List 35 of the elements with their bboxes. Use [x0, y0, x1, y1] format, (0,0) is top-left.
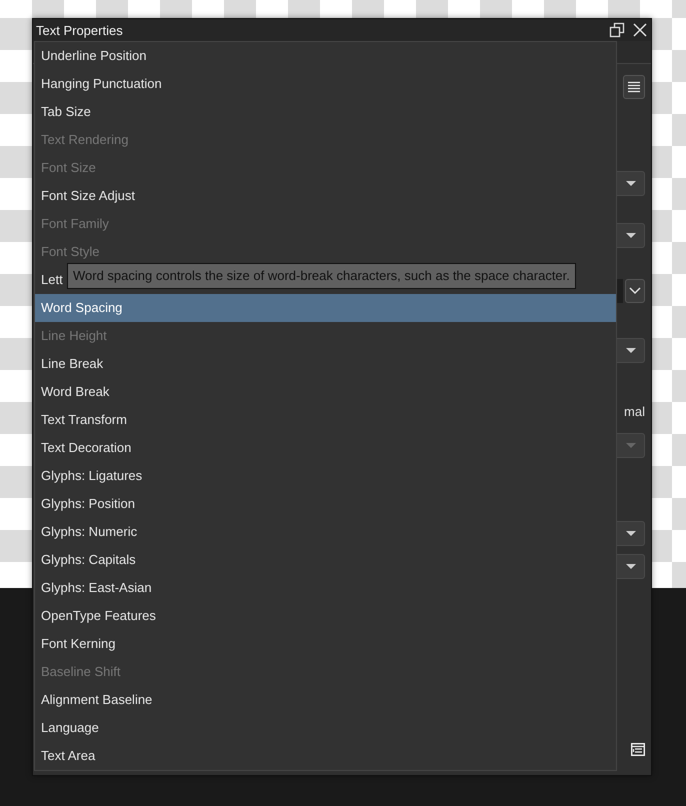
dropdown-arrow-icon [626, 530, 636, 536]
menu-item[interactable]: Tab Size [35, 98, 616, 126]
dropdown-arrow-icon [626, 348, 636, 354]
menu-item[interactable]: Alignment Baseline [35, 686, 616, 714]
menu-item[interactable]: OpenType Features [35, 602, 616, 630]
menu-item[interactable]: Line Break [35, 350, 616, 378]
menu-item[interactable]: Word Break [35, 378, 616, 406]
menu-item[interactable]: Underline Position [35, 42, 616, 70]
menu-item[interactable]: Glyphs: East-Asian [35, 574, 616, 602]
value-text: mal [624, 404, 645, 419]
expand-button[interactable] [625, 279, 645, 303]
close-icon[interactable] [633, 23, 647, 37]
lines-icon [627, 81, 641, 93]
menu-item[interactable]: Glyphs: Ligatures [35, 462, 616, 490]
form-icon[interactable] [631, 743, 645, 756]
menu-item[interactable]: Text Transform [35, 406, 616, 434]
list-view-button[interactable] [623, 75, 645, 99]
menu-item[interactable]: Font Kerning [35, 630, 616, 658]
menu-item[interactable]: Hanging Punctuation [35, 70, 616, 98]
menu-item[interactable]: Glyphs: Capitals [35, 546, 616, 574]
dropdown-arrow-icon [626, 232, 636, 238]
dropdown-arrow-icon [626, 442, 636, 448]
menu-item[interactable]: Text Decoration [35, 434, 616, 462]
tooltip: Word spacing controls the size of word-break characters, such as the space character. [67, 263, 576, 289]
dropdown-arrow-icon [626, 564, 636, 570]
window-title: Text Properties [36, 22, 124, 38]
chevron-icon [629, 287, 641, 295]
dropdown-arrow-icon [626, 180, 636, 186]
menu-item[interactable]: Font Size Adjust [35, 182, 616, 210]
menu-item[interactable]: Language [35, 714, 616, 742]
menu-item[interactable]: Glyphs: Position [35, 490, 616, 518]
menu-item[interactable]: Glyphs: Numeric [35, 518, 616, 546]
restore-icon[interactable] [609, 22, 625, 38]
menu-item[interactable]: Word Spacing [35, 294, 616, 322]
menu-item[interactable]: Text Area [35, 742, 616, 770]
